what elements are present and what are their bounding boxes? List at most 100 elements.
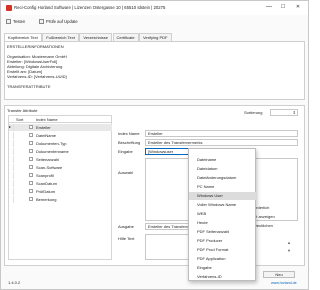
table-row[interactable]: ScanDatum (9, 180, 112, 187)
row-index-name: Bemerkung (36, 197, 57, 202)
index-name-label: Index Name (118, 131, 140, 136)
row-selector[interactable] (9, 196, 14, 203)
menu-item[interactable]: PDF Prod Format (189, 246, 256, 254)
row-checkbox[interactable] (29, 157, 33, 162)
row-index-name: Ersteller (36, 125, 51, 130)
field-dropdown-menu: Dateiname Dateidatum Dateiänderungsdatum PC… (188, 148, 256, 281)
test-button-label: Testen (13, 18, 26, 24)
menu-item[interactable]: PDF Seitenanzahl (189, 228, 256, 236)
description-label: Beschriftung (118, 140, 141, 145)
header-text-editor[interactable]: ERSTELLERINFORMATIONEN Organisation: Must… (4, 41, 305, 100)
attribute-grid: Sort Index Name ▸ Ersteller DateiName Dokum… (8, 115, 112, 260)
clear-label: Deutlichen (254, 223, 273, 228)
stepper-arrows-icon[interactable]: ⇕ (293, 110, 296, 116)
row-checkbox[interactable] (29, 173, 33, 178)
tab-strip: Kopfbereich Text Fußbereich Text Verzeic… (4, 33, 172, 41)
menu-item[interactable]: Windows User (189, 192, 256, 201)
row-checkbox[interactable] (29, 189, 33, 194)
row-index-name: ScanDatum (36, 181, 57, 186)
required-label: orderlich (254, 205, 270, 210)
version-text: 1.4.0.2 (8, 280, 21, 285)
app-window: Reci-Config Horland Software | Lizenzen … (0, 0, 309, 290)
row-checkbox[interactable] (29, 141, 33, 146)
input-label: Eingabe (118, 149, 133, 154)
menu-item[interactable]: WEB (189, 210, 256, 218)
table-row[interactable]: ScanprofIl (9, 172, 112, 179)
description-input[interactable]: Ersteller des Transfervermerks (145, 139, 298, 146)
row-checkbox[interactable] (29, 125, 33, 130)
check-update-button[interactable]: Prüfe auf Update (39, 17, 78, 25)
tab-footer-text[interactable]: Fußbereich Text (42, 33, 79, 41)
minimize-button[interactable]: — (263, 3, 275, 12)
table-row[interactable]: Bemerkung (9, 196, 112, 203)
row-selector[interactable]: ▸ (9, 124, 14, 131)
show-label: nt anzeigen (254, 214, 275, 219)
grid-header: Sort Index Name (9, 116, 112, 123)
menu-item[interactable]: PDF Application (189, 255, 256, 263)
selection-label: Auswahl (118, 170, 134, 175)
row-index-name: DateiName (36, 133, 57, 138)
menu-item[interactable]: Dateidatum (189, 165, 256, 173)
row-checkbox[interactable] (29, 197, 33, 202)
help-text-label: Hilfe Text (118, 236, 135, 241)
row-checkbox[interactable] (29, 181, 33, 186)
close-button[interactable]: ✕ (292, 3, 304, 12)
table-row[interactable]: Dokumentenname (9, 148, 112, 155)
table-row[interactable]: DateiName (9, 132, 112, 139)
status-bar: 1.4.0.2 Neu www.horland.de (1, 271, 308, 290)
row-selector[interactable] (9, 172, 14, 179)
window-title: Reci-Config Horland Software | Lizenzen … (14, 5, 166, 10)
row-selector[interactable] (9, 188, 14, 195)
sort-stepper[interactable]: ⇕ (270, 109, 298, 116)
sort-label: Sortierung (244, 110, 263, 115)
row-checkbox[interactable] (29, 165, 33, 170)
row-index-name: Scan-Software (36, 165, 63, 170)
table-row[interactable]: Dokumenten-Typ (9, 140, 112, 147)
tab-verifying-pdf[interactable]: Verifying PDF (139, 33, 172, 41)
row-selector[interactable] (9, 132, 14, 139)
table-row[interactable]: ▸ Ersteller (9, 124, 112, 131)
update-icon (39, 18, 44, 24)
transfer-attributes-panel: Transfer Attribute Sort Index Name ▸ Erst… (4, 105, 305, 266)
row-selector[interactable] (9, 156, 14, 163)
row-selector[interactable] (9, 164, 14, 171)
table-row[interactable]: Scan-Software (9, 164, 112, 171)
row-checkbox[interactable] (29, 149, 33, 154)
check-update-label: Prüfe auf Update (46, 18, 78, 24)
row-index-name: Dokumentenname (36, 149, 69, 154)
website-link[interactable]: www.horland.de (271, 281, 297, 285)
row-selector[interactable] (9, 180, 14, 187)
index-name-input[interactable]: Ersteller (145, 130, 298, 137)
title-bar: Reci-Config Horland Software | Lizenzen … (1, 1, 308, 15)
menu-item[interactable]: Voller Windows Name (189, 201, 256, 209)
row-index-name: Seitenanzahl (36, 157, 60, 162)
menu-item[interactable]: PC Name (189, 183, 256, 191)
scroll-up-arrow[interactable]: ▲ (287, 240, 291, 245)
tab-directories[interactable]: Verzeichnisse (79, 33, 113, 41)
toolbar: Testen Prüfe auf Update (1, 15, 308, 27)
row-selector[interactable] (9, 140, 14, 147)
scroll-down-arrow[interactable]: ▼ (287, 248, 291, 253)
new-button[interactable]: Neu (263, 271, 295, 278)
menu-item[interactable]: Eingabe (189, 264, 256, 272)
row-selector[interactable] (9, 148, 14, 155)
header-text-line: TRANSFERATTRIBUTE (7, 84, 51, 89)
table-row[interactable]: Seitenanzahl (9, 156, 112, 163)
output-label: Ausgabe (118, 224, 134, 229)
row-checkbox[interactable] (29, 133, 33, 138)
menu-item[interactable]: PDF Producer (189, 237, 256, 245)
tab-header-text[interactable]: Kopfbereich Text (4, 33, 42, 41)
table-row[interactable]: PrüfDatum (9, 188, 112, 195)
help-text-box[interactable] (145, 234, 190, 260)
test-button[interactable]: Testen (6, 17, 25, 25)
column-header-name[interactable]: Index Name (36, 117, 58, 122)
menu-item[interactable]: Dateiänderungsdatum (189, 174, 256, 182)
menu-item[interactable]: Dateiname (189, 156, 256, 164)
new-button-label: Neu (275, 272, 283, 277)
panel-title: Transfer Attribute (7, 108, 38, 113)
tab-certificate[interactable]: Certificate (112, 33, 139, 41)
menu-item[interactable]: Heute (189, 219, 256, 227)
row-index-name: Dokumenten-Typ (36, 141, 67, 146)
maximize-button[interactable]: ☐ (277, 3, 289, 12)
column-header-sort[interactable]: Sort (16, 117, 23, 122)
